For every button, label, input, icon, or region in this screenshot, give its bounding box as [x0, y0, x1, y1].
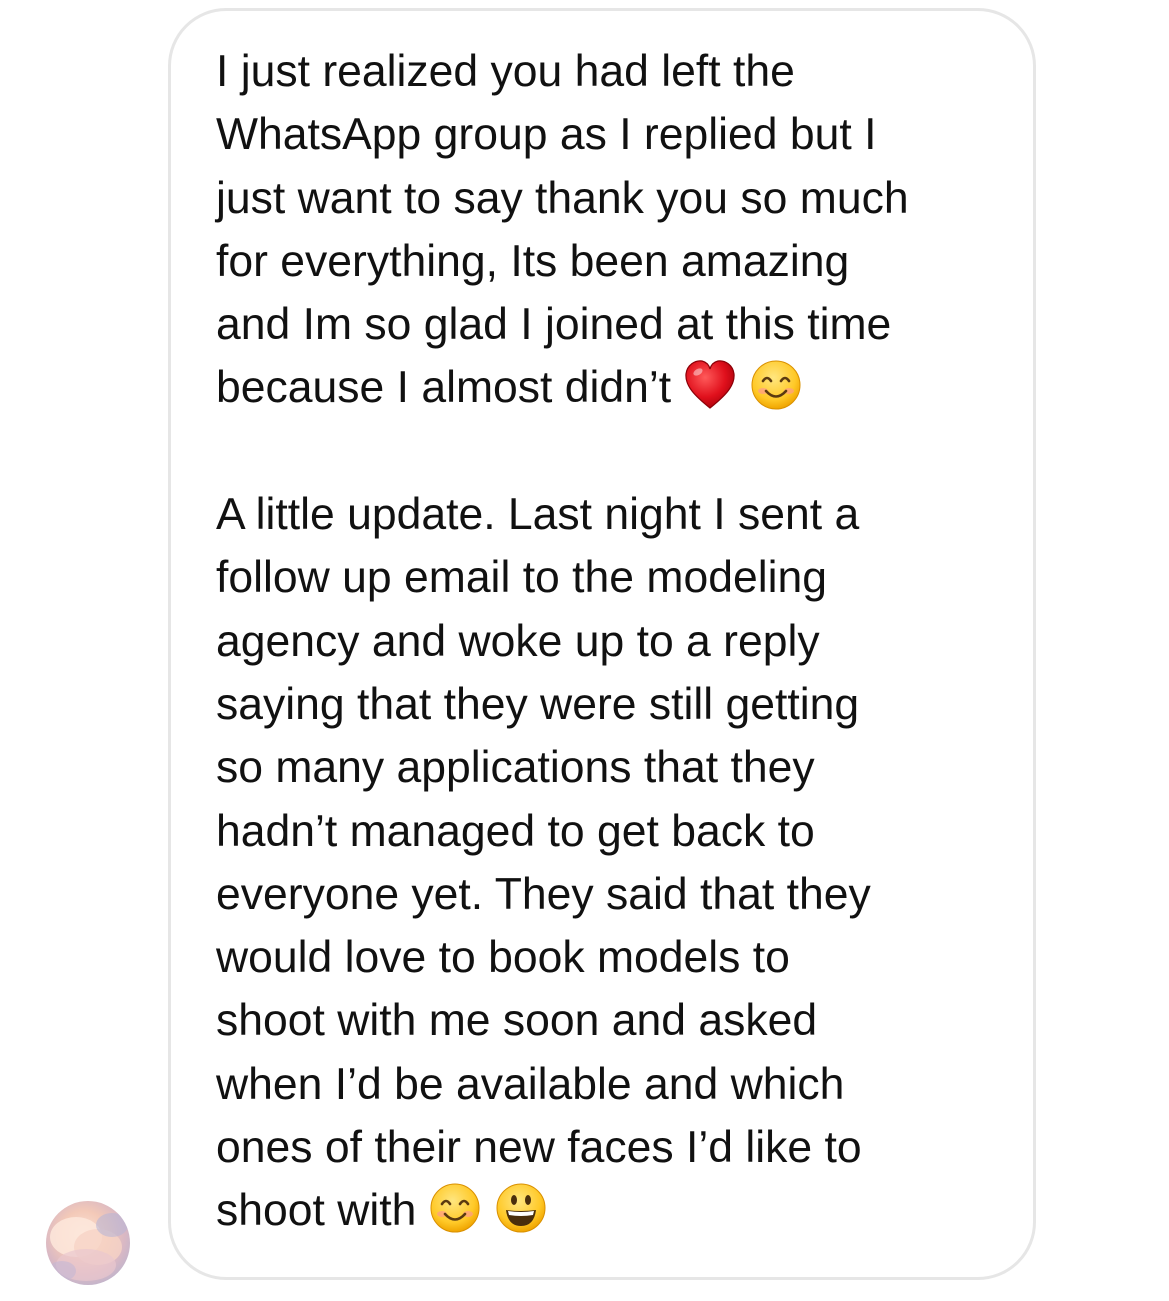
message-text: I just realized you had left the WhatsAp…	[216, 40, 1016, 1243]
message-line: agency and woke up to a reply	[216, 616, 820, 666]
message-line: everyone yet. They said that they	[216, 869, 871, 919]
message-line: saying that they were still getting	[216, 679, 860, 729]
message-line: when I’d be available and which	[216, 1059, 845, 1109]
message-line: ones of their new faces I’d like to	[216, 1123, 862, 1173]
smiling-face-icon	[428, 1181, 482, 1235]
avatar[interactable]	[46, 1201, 130, 1285]
message-line: because I almost didn’t	[216, 363, 672, 413]
message-line: would love to book models to	[216, 933, 790, 983]
grinning-face-icon	[494, 1181, 548, 1235]
message-line: shoot with	[216, 1186, 417, 1236]
message-line: WhatsApp group as I replied but I	[216, 110, 877, 160]
red-heart-icon	[683, 358, 737, 412]
message-line: hadn’t managed to get back to	[216, 806, 815, 856]
message-paragraph-2: A little update. Last night I sent a fol…	[216, 483, 1016, 1243]
message-line-with-emoji: shoot with	[216, 1179, 1016, 1242]
message-line: just want to say thank you so much	[216, 173, 909, 223]
smiling-face-icon	[749, 358, 803, 412]
avatar-image	[48, 1213, 128, 1281]
message-line-with-emoji: because I almost didn’t	[216, 356, 1016, 419]
message-line: so many applications that they	[216, 743, 815, 793]
message-line: A little update. Last night I sent a	[216, 490, 860, 540]
message-line: I just realized you had left the	[216, 47, 795, 96]
message-line: follow up email to the modeling	[216, 553, 827, 603]
message-line: and Im so glad I joined at this time	[216, 300, 892, 350]
message-line: shoot with me soon and asked	[216, 996, 818, 1046]
message-paragraph-1: I just realized you had left the WhatsAp…	[216, 40, 1016, 420]
message-line: for everything, Its been amazing	[216, 236, 850, 286]
